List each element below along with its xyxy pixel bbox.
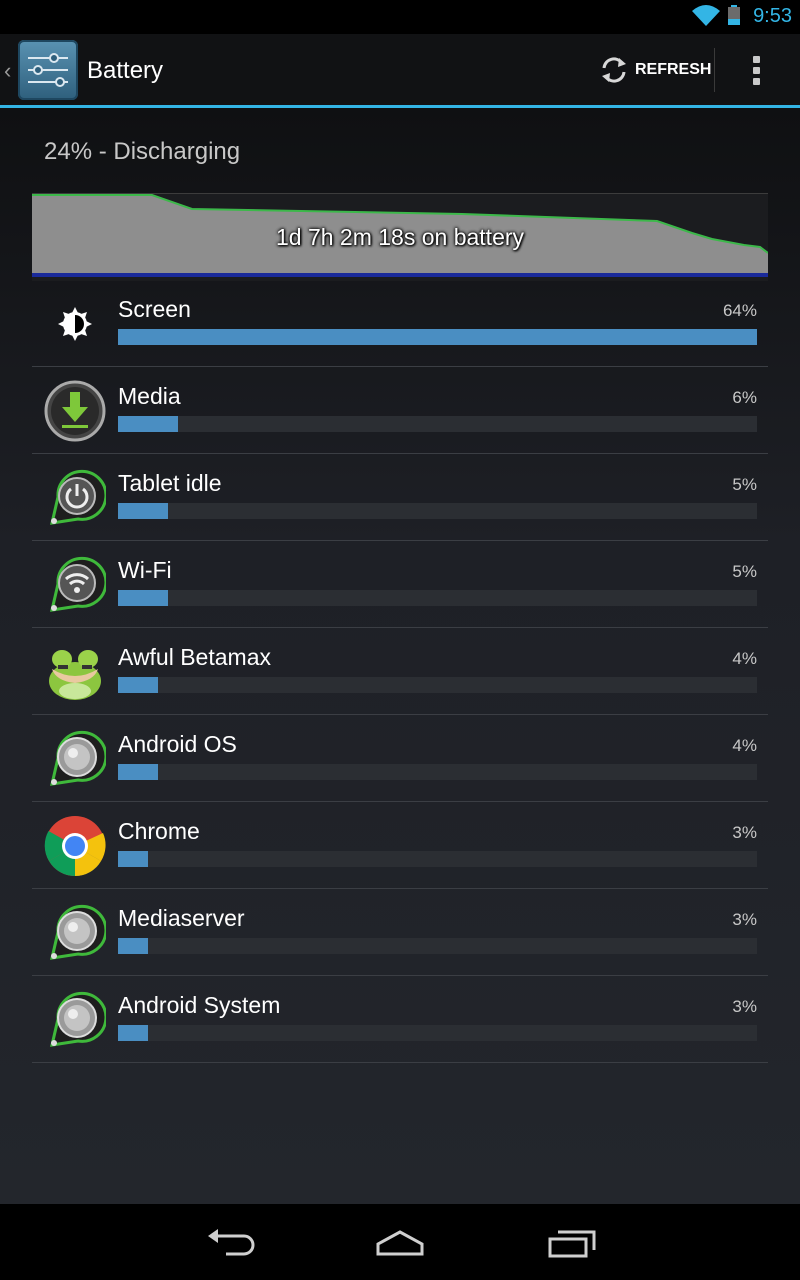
usage-label: Tablet idle (118, 470, 222, 496)
usage-percent: 6% (732, 388, 757, 407)
usage-list: Screen 64% Media 6% Tablet idle 5% Wi-Fi… (32, 280, 768, 1063)
usage-label: Wi-Fi (118, 557, 172, 583)
usage-percent: 5% (732, 475, 757, 494)
refresh-label: REFRESH (635, 61, 712, 78)
usage-item-screen[interactable]: Screen 64% (32, 280, 768, 367)
usage-bar-fill (118, 416, 178, 432)
usage-percent: 3% (732, 997, 757, 1016)
overflow-menu-button[interactable] (740, 46, 774, 94)
usage-percent: 64% (722, 301, 757, 320)
graph-duration-label: 1d 7h 2m 18s on battery (275, 224, 525, 250)
usage-bar-track (118, 677, 757, 693)
usage-bar-track (118, 416, 757, 432)
battery-content: 24% - Discharging 1d 7h 2m 18s on batter… (0, 108, 800, 1204)
usage-bar-fill (118, 1025, 148, 1041)
usage-item-android-system[interactable]: Android System 3% (32, 976, 768, 1063)
status-bar: 9:53 (0, 0, 800, 34)
clock: 9:53 (753, 5, 792, 27)
usage-label: Chrome (118, 818, 200, 844)
usage-percent: 4% (732, 649, 757, 668)
navigation-bar (0, 1204, 800, 1280)
usage-bar-track (118, 329, 757, 345)
usage-bar-track (118, 503, 757, 519)
usage-bar-track (118, 590, 757, 606)
usage-label: Android System (118, 992, 281, 1018)
settings-sliders-icon[interactable] (18, 40, 78, 100)
usage-label: Media (118, 383, 181, 409)
action-divider (714, 48, 715, 92)
battery-status: 24% - Discharging (44, 138, 241, 165)
usage-label: Screen (118, 296, 191, 322)
usage-item-awful-betamax[interactable]: Awful Betamax 4% (32, 628, 768, 715)
android-system-icon (50, 991, 106, 1047)
recents-icon[interactable] (542, 1222, 602, 1262)
android-os-icon (50, 730, 106, 786)
usage-item-chrome[interactable]: Chrome 3% (32, 802, 768, 889)
usage-bar-fill (118, 851, 148, 867)
usage-bar-fill (118, 938, 148, 954)
usage-bar-fill (118, 329, 757, 345)
usage-percent: 3% (732, 910, 757, 929)
frog-app-icon (49, 650, 101, 700)
chrome-icon (44, 816, 106, 877)
battery-icon (728, 5, 740, 25)
usage-bar-fill (118, 764, 158, 780)
usage-percent: 3% (732, 823, 757, 842)
wifi-signal-icon (692, 5, 720, 26)
usage-percent: 4% (732, 736, 757, 755)
mediaserver-icon (50, 904, 106, 960)
up-caret-icon[interactable]: ‹ (4, 58, 11, 84)
usage-percent: 5% (732, 562, 757, 581)
usage-bar-track (118, 938, 757, 954)
usage-bar-fill (118, 503, 168, 519)
usage-item-mediaserver[interactable]: Mediaserver 3% (32, 889, 768, 976)
power-icon (50, 469, 106, 525)
overflow-menu-icon (753, 56, 760, 63)
usage-label: Awful Betamax (118, 644, 271, 670)
brightness-icon (58, 307, 92, 341)
usage-bar-fill (118, 590, 168, 606)
usage-bar-track (118, 851, 757, 867)
battery-history-graph[interactable]: 1d 7h 2m 18s on battery (32, 193, 769, 281)
usage-label: Mediaserver (118, 905, 245, 931)
usage-item-media[interactable]: Media 6% (32, 367, 768, 454)
usage-item-android-os[interactable]: Android OS 4% (32, 715, 768, 802)
refresh-button[interactable]: REFRESH (594, 46, 712, 94)
action-bar: ‹ Battery REFRESH (0, 34, 800, 108)
usage-item-tablet-idle[interactable]: Tablet idle 5% (32, 454, 768, 541)
home-icon[interactable] (370, 1222, 430, 1262)
usage-item-wifi[interactable]: Wi-Fi 5% (32, 541, 768, 628)
wifi-icon (50, 556, 106, 612)
usage-bar-track (118, 1025, 757, 1041)
refresh-icon (602, 57, 626, 83)
usage-bar-track (118, 764, 757, 780)
download-icon (44, 380, 106, 442)
back-icon[interactable] (200, 1222, 260, 1262)
usage-bar-fill (118, 677, 158, 693)
page-title: Battery (87, 57, 164, 84)
usage-label: Android OS (118, 731, 237, 757)
